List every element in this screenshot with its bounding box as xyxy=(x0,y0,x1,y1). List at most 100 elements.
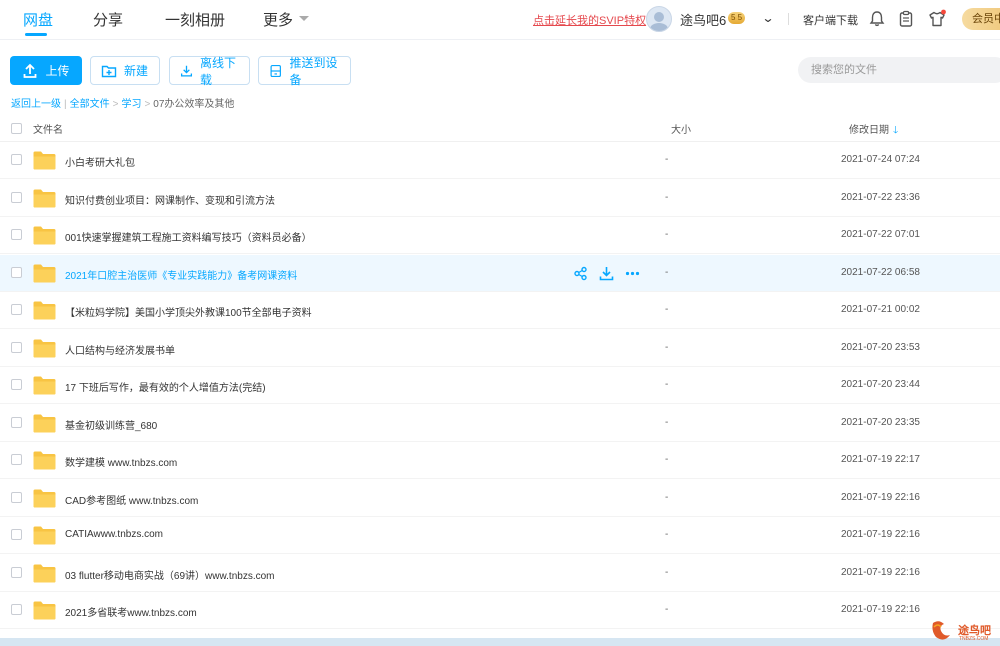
file-name[interactable]: CATIAwww.tnbzs.com xyxy=(65,529,163,540)
nav-tab-share[interactable]: 分享 xyxy=(93,9,123,30)
file-modified-date: 2021-07-22 23:36 xyxy=(841,191,920,203)
file-row[interactable]: 2021年口腔主治医师《专业实践能力》备考网课资料 - 2021-07-22 0… xyxy=(0,254,1000,292)
row-checkbox[interactable] xyxy=(11,416,22,428)
offline-download-button[interactable]: 离线下载 xyxy=(169,55,250,87)
file-size: - xyxy=(665,604,669,615)
file-name[interactable]: 2021多省联考www.tnbzs.com xyxy=(65,604,197,619)
status-strip xyxy=(0,638,1000,646)
chevron-down-icon[interactable] xyxy=(299,16,309,21)
file-name[interactable]: 知识付费创业项目：网课制作、变现和引流方法 xyxy=(65,192,275,207)
file-name[interactable]: CAD参考图纸 www.tnbzs.com xyxy=(65,492,198,507)
file-name[interactable]: 数学建模 www.tnbzs.com xyxy=(65,454,177,469)
row-checkbox[interactable] xyxy=(11,341,22,353)
shirt-icon[interactable] xyxy=(927,9,947,29)
row-checkbox[interactable] xyxy=(11,229,22,240)
file-modified-date: 2021-07-22 06:58 xyxy=(841,266,920,278)
file-modified-date: 2021-07-19 22:16 xyxy=(841,566,920,578)
device-icon xyxy=(270,64,281,77)
share-icon[interactable] xyxy=(573,266,588,281)
breadcrumb-separator: | xyxy=(64,99,67,110)
row-checkbox[interactable] xyxy=(11,191,22,203)
folder-icon xyxy=(33,189,56,207)
select-all-checkbox[interactable] xyxy=(11,123,22,134)
breadcrumb-separator: > xyxy=(112,99,119,110)
file-size: - xyxy=(665,529,669,540)
search-input[interactable] xyxy=(798,57,1000,83)
member-center-button[interactable]: 会员中 xyxy=(962,8,1000,30)
column-filename[interactable]: 文件名 xyxy=(33,121,63,136)
column-size[interactable]: 大小 xyxy=(671,121,691,136)
folder-icon xyxy=(33,339,56,357)
file-row[interactable]: 【米粒妈学院】美国小学顶尖外教课100节全部电子资料 - 2021-07-21 … xyxy=(0,292,1000,329)
row-checkbox[interactable] xyxy=(11,529,22,540)
file-row[interactable]: 人口结构与经济发展书单 - 2021-07-20 23:53 xyxy=(0,330,1000,367)
file-modified-date: 2021-07-20 23:35 xyxy=(841,416,920,428)
file-row[interactable]: 17 下班后写作，最有效的个人增值方法(完结) - 2021-07-20 23:… xyxy=(0,367,1000,404)
file-modified-date: 2021-07-20 23:44 xyxy=(841,379,920,390)
file-name[interactable]: 【米粒妈学院】美国小学顶尖外教课100节全部电子资料 xyxy=(65,304,312,319)
file-row[interactable]: 001快速掌握建筑工程施工资料编写技巧（资料员必备） - 2021-07-22 … xyxy=(0,217,1000,254)
file-row[interactable]: 基金初级训练营_680 - 2021-07-20 23:35 xyxy=(0,405,1000,442)
breadcrumb-study[interactable]: 学习 xyxy=(121,99,141,110)
nav-tab-photo-album[interactable]: 一刻相册 xyxy=(165,9,225,30)
row-checkbox[interactable] xyxy=(11,154,22,165)
new-folder-button-label: 新建 xyxy=(124,64,149,78)
file-modified-date: 2021-07-19 22:16 xyxy=(841,604,920,615)
row-checkbox[interactable] xyxy=(11,266,22,278)
sort-down-icon[interactable]: 🡓 xyxy=(893,125,898,136)
file-name[interactable]: 03 flutter移动电商实战（69讲）www.tnbzs.com xyxy=(65,567,275,582)
download-icon[interactable] xyxy=(599,266,614,281)
username[interactable]: 途鸟吧6 xyxy=(680,10,726,29)
row-checkbox[interactable] xyxy=(11,566,22,578)
breadcrumb-current: 07办公效率及其他 xyxy=(153,99,235,110)
file-row[interactable]: 数学建模 www.tnbzs.com - 2021-07-19 22:17 xyxy=(0,442,1000,479)
file-modified-date: 2021-07-19 22:16 xyxy=(841,529,920,540)
clipboard-icon[interactable] xyxy=(896,9,916,29)
file-name[interactable]: 人口结构与经济发展书单 xyxy=(65,342,175,357)
file-row[interactable]: CAD参考图纸 www.tnbzs.com - 2021-07-19 22:16 xyxy=(0,480,1000,517)
download-icon xyxy=(180,65,193,77)
file-size: - xyxy=(665,191,669,203)
more-icon[interactable] xyxy=(625,266,640,281)
file-row[interactable]: 03 flutter移动电商实战（69讲）www.tnbzs.com - 202… xyxy=(0,555,1000,592)
user-menu-chevron-icon[interactable]: ⌄ xyxy=(761,11,774,25)
file-name[interactable]: 基金初级训练营_680 xyxy=(65,417,157,432)
new-folder-button[interactable]: 新建 xyxy=(90,56,160,85)
file-name[interactable]: 001快速掌握建筑工程施工资料编写技巧（资料员必备） xyxy=(65,229,312,244)
breadcrumb-all-files[interactable]: 全部文件 xyxy=(70,99,110,110)
push-to-device-button-label: 推送到设备 xyxy=(289,55,338,87)
folder-icon xyxy=(33,526,56,545)
file-row[interactable]: 2021多省联考www.tnbzs.com - 2021-07-19 22:16 xyxy=(0,592,1000,629)
row-checkbox[interactable] xyxy=(11,491,22,503)
file-size: - xyxy=(665,379,669,390)
file-size: - xyxy=(665,154,669,165)
file-modified-date: 2021-07-21 00:02 xyxy=(841,304,920,315)
bell-icon[interactable] xyxy=(867,9,887,29)
offline-download-button-label: 离线下载 xyxy=(200,55,237,87)
file-row[interactable]: 知识付费创业项目：网课制作、变现和引流方法 - 2021-07-22 23:36 xyxy=(0,180,1000,217)
folder-icon xyxy=(33,564,56,582)
row-checkbox[interactable] xyxy=(11,604,22,615)
row-checkbox[interactable] xyxy=(11,304,22,315)
file-name[interactable]: 17 下班后写作，最有效的个人增值方法(完结) xyxy=(65,379,266,394)
nav-tab-more[interactable]: 更多 xyxy=(263,9,293,30)
file-size: - xyxy=(665,491,669,503)
breadcrumb-back-link[interactable]: 返回上一级 xyxy=(11,99,61,110)
file-row[interactable]: 小白考研大礼包 - 2021-07-24 07:24 xyxy=(0,142,1000,179)
column-modified-date[interactable]: 修改日期 🡓 xyxy=(849,121,898,140)
client-download-link[interactable]: 客户端下载 xyxy=(803,12,858,28)
file-size: - xyxy=(665,266,669,278)
file-row[interactable]: CATIAwww.tnbzs.com - 2021-07-19 22:16 xyxy=(0,517,1000,554)
folder-icon xyxy=(33,451,56,470)
svip-renew-link[interactable]: 点击延长我的SVIP特权 xyxy=(533,12,646,28)
avatar[interactable] xyxy=(646,6,672,32)
file-name[interactable]: 2021年口腔主治医师《专业实践能力》备考网课资料 xyxy=(65,267,297,282)
upload-button[interactable]: 上传 xyxy=(10,56,82,85)
row-checkbox[interactable] xyxy=(11,454,22,465)
divider xyxy=(788,13,789,25)
row-checkbox[interactable] xyxy=(11,379,22,390)
file-name[interactable]: 小白考研大礼包 xyxy=(65,154,135,169)
nav-tab-netdisk[interactable]: 网盘 xyxy=(23,9,53,30)
push-to-device-button[interactable]: 推送到设备 xyxy=(258,55,351,87)
file-modified-date: 2021-07-24 07:24 xyxy=(841,154,920,165)
